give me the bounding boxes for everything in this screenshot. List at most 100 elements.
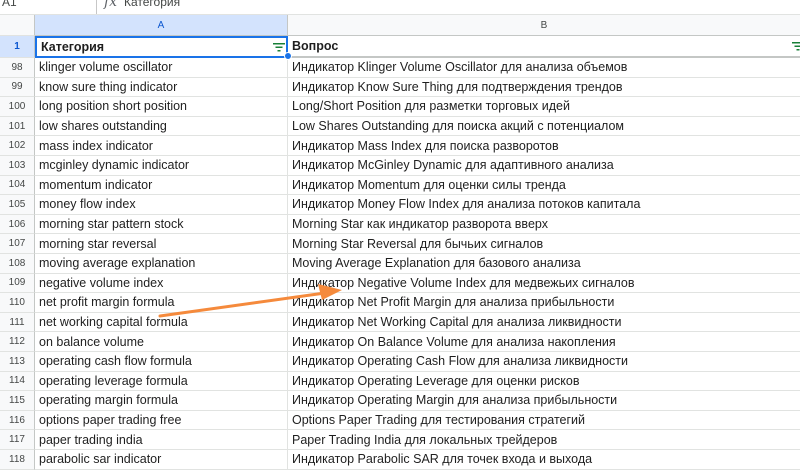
question-cell[interactable]: Индикатор On Balance Volume для анализа … — [288, 332, 800, 352]
category-cell[interactable]: long position short position — [35, 97, 288, 117]
question-cell[interactable]: Morning Star Reversal для бычьих сигнало… — [288, 234, 800, 254]
header-cell-question[interactable]: Вопрос — [288, 36, 800, 58]
question-cell[interactable]: Low Shares Outstanding для поиска акций … — [288, 117, 800, 137]
category-cell[interactable]: morning star pattern stock — [35, 215, 288, 235]
table-row: 108moving average explanationMoving Aver… — [0, 254, 800, 274]
category-cell[interactable]: paper trading india — [35, 430, 288, 450]
category-cell[interactable]: operating cash flow formula — [35, 352, 288, 372]
table-row: 115operating margin formulaИндикатор Ope… — [0, 391, 800, 411]
header-cell-category[interactable]: Категория — [35, 36, 288, 58]
category-cell[interactable]: options paper trading free — [35, 411, 288, 431]
select-all-corner[interactable] — [0, 15, 35, 36]
row-header[interactable]: 111 — [0, 313, 35, 333]
category-cell[interactable]: negative volume index — [35, 274, 288, 294]
table-row: 112on balance volumeИндикатор On Balance… — [0, 332, 800, 352]
table-row: 101low shares outstandingLow Shares Outs… — [0, 117, 800, 137]
question-cell[interactable]: Индикатор Operating Cash Flow для анализ… — [288, 352, 800, 372]
question-cell[interactable]: Moving Average Explanation для базового … — [288, 254, 800, 274]
frozen-header-row: 1 Категория Вопрос — [0, 36, 800, 58]
table-row: 100long position short positionLong/Shor… — [0, 97, 800, 117]
category-cell[interactable]: operating margin formula — [35, 391, 288, 411]
question-cell[interactable]: Индикатор Klinger Volume Oscillator для … — [288, 58, 800, 78]
column-header-a[interactable]: A — [35, 15, 288, 36]
question-cell[interactable]: Индикатор Parabolic SAR для точек входа … — [288, 450, 800, 470]
column-header-b[interactable]: B — [288, 15, 800, 36]
category-cell[interactable]: know sure thing indicator — [35, 78, 288, 98]
row-header[interactable]: 103 — [0, 156, 35, 176]
table-row: 107morning star reversalMorning Star Rev… — [0, 234, 800, 254]
formula-input[interactable]: Категория — [124, 0, 180, 9]
question-cell[interactable]: Long/Short Position для разметки торговы… — [288, 97, 800, 117]
table-row: 113operating cash flow formulaИндикатор … — [0, 352, 800, 372]
table-row: 99know sure thing indicatorИндикатор Kno… — [0, 78, 800, 98]
formula-bar: A1 fx Категория — [0, 0, 800, 15]
row-header[interactable]: 101 — [0, 117, 35, 137]
question-cell[interactable]: Индикатор Operating Leverage для оценки … — [288, 372, 800, 392]
category-cell[interactable]: net profit margin formula — [35, 293, 288, 313]
header-cell-question-label: Вопрос — [292, 39, 338, 53]
category-cell[interactable]: morning star reversal — [35, 234, 288, 254]
row-header[interactable]: 1 — [0, 36, 35, 58]
fx-icon: fx — [104, 0, 117, 10]
row-header[interactable]: 100 — [0, 97, 35, 117]
category-cell[interactable]: parabolic sar indicator — [35, 450, 288, 470]
question-cell[interactable]: Индикатор Know Sure Thing для подтвержде… — [288, 78, 800, 98]
table-row: 116options paper trading freeOptions Pap… — [0, 411, 800, 431]
table-row: 111net working capital formulaИндикатор … — [0, 313, 800, 333]
row-header[interactable]: 114 — [0, 372, 35, 392]
category-cell[interactable]: operating leverage formula — [35, 372, 288, 392]
row-header[interactable]: 115 — [0, 391, 35, 411]
question-cell[interactable]: Индикатор Operating Margin для анализа п… — [288, 391, 800, 411]
row-header[interactable]: 106 — [0, 215, 35, 235]
header-cell-category-label: Категория — [41, 40, 104, 54]
filter-icon[interactable] — [792, 41, 800, 51]
row-header[interactable]: 117 — [0, 430, 35, 450]
question-cell[interactable]: Индикатор Net Profit Margin для анализа … — [288, 293, 800, 313]
category-cell[interactable]: moving average explanation — [35, 254, 288, 274]
column-header-row: A B — [0, 15, 800, 36]
selection-fill-handle[interactable] — [284, 52, 292, 60]
row-header[interactable]: 109 — [0, 274, 35, 294]
table-row: 109negative volume indexИндикатор Negati… — [0, 274, 800, 294]
row-header[interactable]: 102 — [0, 136, 35, 156]
table-row: 117paper trading indiaPaper Trading Indi… — [0, 430, 800, 450]
row-header[interactable]: 116 — [0, 411, 35, 431]
row-header[interactable]: 118 — [0, 450, 35, 470]
category-cell[interactable]: net working capital formula — [35, 313, 288, 333]
table-row: 110net profit margin formulaИндикатор Ne… — [0, 293, 800, 313]
category-cell[interactable]: low shares outstanding — [35, 117, 288, 137]
table-row: 102mass index indicatorИндикатор Mass In… — [0, 136, 800, 156]
table-row: 114operating leverage formulaИндикатор O… — [0, 372, 800, 392]
question-cell[interactable]: Индикатор Negative Volume Index для медв… — [288, 274, 800, 294]
question-cell[interactable]: Индикатор McGinley Dynamic для адаптивно… — [288, 156, 800, 176]
row-header[interactable]: 99 — [0, 78, 35, 98]
row-header[interactable]: 104 — [0, 176, 35, 196]
table-row: 105money flow indexИндикатор Money Flow … — [0, 195, 800, 215]
row-header[interactable]: 112 — [0, 332, 35, 352]
category-cell[interactable]: mcginley dynamic indicator — [35, 156, 288, 176]
category-cell[interactable]: klinger volume oscillator — [35, 58, 288, 78]
name-box[interactable]: A1 — [2, 0, 17, 9]
category-cell[interactable]: momentum indicator — [35, 176, 288, 196]
category-cell[interactable]: money flow index — [35, 195, 288, 215]
table-row: 104momentum indicatorИндикатор Momentum … — [0, 176, 800, 196]
row-header[interactable]: 110 — [0, 293, 35, 313]
row-header[interactable]: 108 — [0, 254, 35, 274]
question-cell[interactable]: Индикатор Net Working Capital для анализ… — [288, 313, 800, 333]
question-cell[interactable]: Индикатор Money Flow Index для анализа п… — [288, 195, 800, 215]
question-cell[interactable]: Morning Star как индикатор разворота вве… — [288, 215, 800, 235]
table-row: 103mcginley dynamic indicatorИндикатор M… — [0, 156, 800, 176]
row-header[interactable]: 105 — [0, 195, 35, 215]
formula-bar-divider — [96, 0, 97, 14]
question-cell[interactable]: Options Paper Trading для тестирования с… — [288, 411, 800, 431]
question-cell[interactable]: Индикатор Mass Index для поиска разворот… — [288, 136, 800, 156]
filter-icon[interactable] — [273, 42, 285, 52]
row-header[interactable]: 107 — [0, 234, 35, 254]
category-cell[interactable]: mass index indicator — [35, 136, 288, 156]
question-cell[interactable]: Paper Trading India для локальных трейде… — [288, 430, 800, 450]
question-cell[interactable]: Индикатор Momentum для оценки силы тренд… — [288, 176, 800, 196]
category-cell[interactable]: on balance volume — [35, 332, 288, 352]
row-header[interactable]: 98 — [0, 58, 35, 78]
row-header[interactable]: 113 — [0, 352, 35, 372]
table-row: 98klinger volume oscillatorИндикатор Kli… — [0, 58, 800, 78]
